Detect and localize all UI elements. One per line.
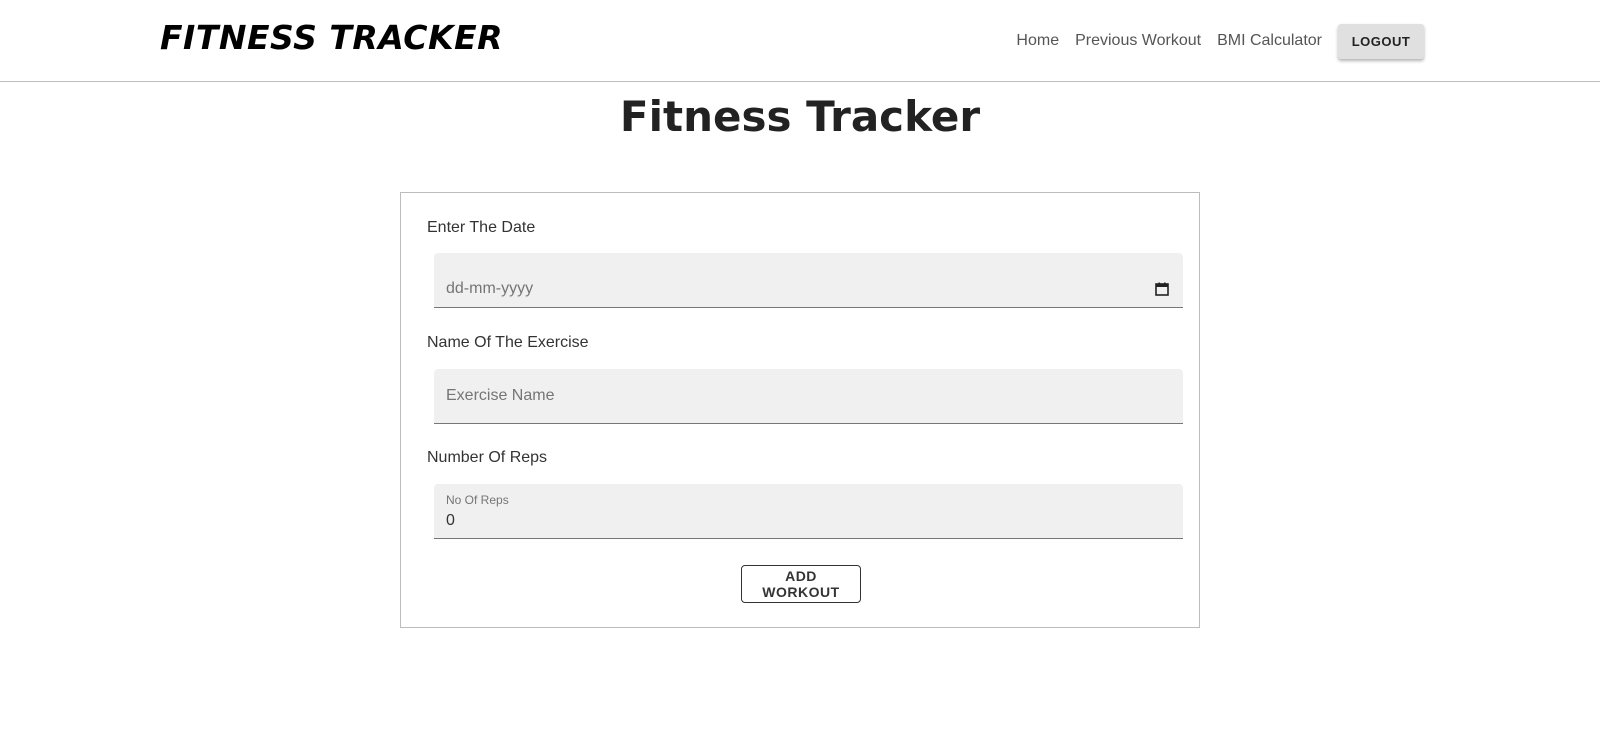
exercise-name-input[interactable]	[446, 387, 1143, 405]
brand-logo[interactable]: FITNESS TRACKER	[160, 18, 503, 57]
workout-form: Enter The Date Name Of The Exercise Numb…	[400, 192, 1200, 628]
date-input[interactable]	[446, 280, 1143, 298]
nav-links: Home Previous Workout BMI Calculator LOG…	[1016, 23, 1600, 59]
logout-button[interactable]: LOGOUT	[1338, 23, 1424, 59]
nav-link-bmi-calculator[interactable]: BMI Calculator	[1217, 23, 1322, 59]
date-field[interactable]	[434, 253, 1183, 308]
calendar-icon[interactable]	[1155, 282, 1169, 296]
date-label: Enter The Date	[427, 219, 536, 236]
add-workout-button[interactable]: ADD WORKOUT	[741, 565, 861, 603]
reps-inner-label: No Of Reps	[446, 493, 509, 507]
page-title: Fitness Tracker	[619, 92, 981, 141]
nav-link-home[interactable]: Home	[1016, 23, 1059, 59]
exercise-label: Name Of The Exercise	[427, 334, 589, 351]
navbar: FITNESS TRACKER Home Previous Workout BM…	[0, 0, 1600, 82]
exercise-field[interactable]	[434, 369, 1183, 424]
reps-label: Number Of Reps	[427, 449, 548, 466]
reps-field[interactable]: No Of Reps	[434, 484, 1183, 539]
reps-input[interactable]	[446, 512, 1143, 530]
nav-link-previous-workout[interactable]: Previous Workout	[1075, 23, 1201, 59]
